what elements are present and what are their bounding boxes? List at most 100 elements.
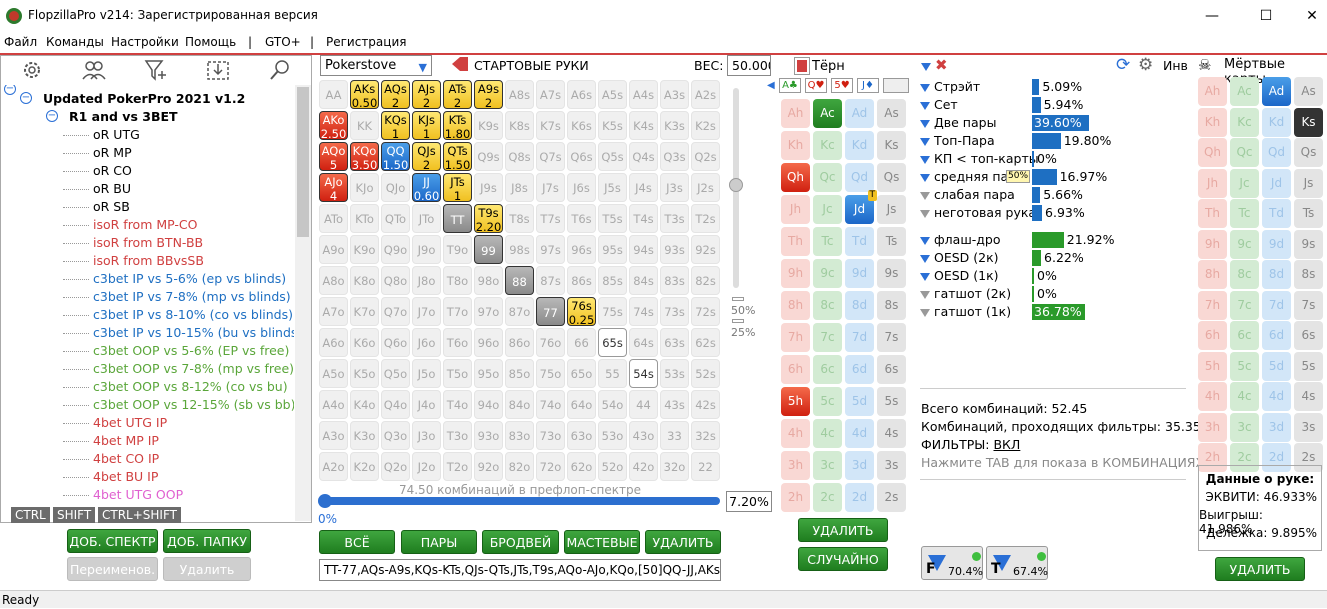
- hand-cell-AKs[interactable]: AKs 0.50: [350, 80, 379, 110]
- filter-icon[interactable]: [921, 59, 935, 73]
- hand-cell-K2s[interactable]: K2s: [691, 111, 720, 140]
- hand-cell-42o[interactable]: 42o: [629, 452, 658, 481]
- filters-toggle[interactable]: ВКЛ: [993, 437, 1020, 452]
- turn-card-Qd[interactable]: Qd: [845, 163, 874, 192]
- hand-cell-J7o[interactable]: J7o: [412, 297, 441, 326]
- hand-cell-T2s[interactable]: T2s: [691, 204, 720, 233]
- turn-card-8c[interactable]: 8c: [813, 291, 842, 320]
- turn-card-Td[interactable]: Td: [845, 227, 874, 256]
- dead-card-Jc[interactable]: Jc: [1230, 168, 1259, 198]
- dead-card-4h[interactable]: 4h: [1198, 382, 1227, 411]
- turn-card-Ah[interactable]: Ah: [781, 99, 810, 128]
- hand-cell-A9s[interactable]: A9s 2: [474, 80, 503, 110]
- hand-cell-75o[interactable]: 75o: [536, 359, 565, 388]
- stat-row[interactable]: Топ-Пара: [920, 132, 995, 150]
- dead-card-7h[interactable]: 7h: [1198, 290, 1227, 320]
- tree-item[interactable]: c3bet OOP vs 7-8% (mp vs free): [93, 360, 294, 378]
- hand-cell-JJ[interactable]: JJ 0.60: [412, 173, 441, 203]
- hand-cell-53o[interactable]: 53o: [598, 421, 627, 450]
- refresh-icon[interactable]: ⟳: [1116, 55, 1130, 75]
- gear-icon[interactable]: [19, 58, 45, 82]
- hand-cell-92s[interactable]: 92s: [691, 235, 720, 264]
- turn-suit-box[interactable]: [883, 78, 909, 93]
- hand-cell-K6s[interactable]: K6s: [567, 111, 596, 140]
- hand-cell-T2o[interactable]: T2o: [443, 452, 472, 481]
- hand-cell-T9o[interactable]: T9o: [443, 235, 472, 264]
- hand-cell-AJo[interactable]: AJo 4: [319, 173, 348, 203]
- menu-settings[interactable]: Настройки: [111, 35, 179, 49]
- gear-icon[interactable]: ⚙: [1138, 55, 1153, 75]
- filter-icon[interactable]: [920, 272, 930, 281]
- turn-card-As[interactable]: As: [877, 99, 906, 128]
- turn-card-7h[interactable]: 7h: [781, 323, 810, 352]
- turn-suit-box[interactable]: 5♥: [831, 78, 853, 93]
- dead-card-Js[interactable]: Js: [1294, 168, 1323, 198]
- hand-cell-K8o[interactable]: K8o: [350, 266, 379, 295]
- preset-50-label[interactable]: 50%: [731, 304, 755, 317]
- turn-card-5c[interactable]: 5c: [813, 387, 842, 416]
- hand-cell-74s[interactable]: 74s: [629, 297, 658, 326]
- dead-card-Jh[interactable]: Jh: [1198, 168, 1227, 198]
- hand-cell-A4o[interactable]: A4o: [319, 390, 348, 419]
- collapse-icon[interactable]: −: [20, 92, 32, 104]
- turn-card-2d[interactable]: 2d: [845, 483, 874, 512]
- stat-row[interactable]: гатшот (1к): [920, 303, 1011, 321]
- hand-cell-86s[interactable]: 86s: [567, 266, 596, 295]
- turn-card-Jc[interactable]: Jc: [813, 195, 842, 224]
- hand-cell-99[interactable]: 99: [474, 235, 503, 264]
- hand-cell-97s[interactable]: 97s: [536, 235, 565, 264]
- hand-cell-87s[interactable]: 87s: [536, 266, 565, 295]
- hand-cell-A8s[interactable]: A8s: [505, 80, 534, 109]
- hand-cell-98o[interactable]: 98o: [474, 266, 503, 295]
- filter-icon[interactable]: [920, 173, 930, 182]
- add-range-button[interactable]: ДОБ. СПЕКТР: [67, 529, 158, 553]
- turn-card-3c[interactable]: 3c: [813, 451, 842, 480]
- hand-cell-22[interactable]: 22: [691, 452, 720, 481]
- dead-card-Qc[interactable]: Qc: [1230, 138, 1259, 167]
- tree-item[interactable]: oR UTG: [93, 126, 140, 144]
- hand-cell-Q8o[interactable]: Q8o: [381, 266, 410, 295]
- turn-card-5s[interactable]: 5s: [877, 387, 906, 416]
- tree-root[interactable]: Updated PokerPro 2021 v1.2: [43, 90, 245, 108]
- clear-filter-icon[interactable]: ✖: [935, 56, 948, 74]
- filter-icon[interactable]: [920, 236, 930, 245]
- dead-card-5s[interactable]: 5s: [1294, 351, 1323, 381]
- broadway-button[interactable]: БРОДВЕЙ: [482, 530, 559, 554]
- stat-row[interactable]: КП < топ-карты: [920, 150, 1039, 168]
- tree-item[interactable]: c3bet IP vs 10-15% (bu vs blinds): [93, 324, 294, 342]
- hand-cell-A3o[interactable]: A3o: [319, 421, 348, 450]
- hand-cell-77[interactable]: 77: [536, 297, 565, 326]
- turn-card-9c[interactable]: 9c: [813, 259, 842, 288]
- hand-cell-72s[interactable]: 72s: [691, 297, 720, 326]
- dead-card-Jd[interactable]: Jd: [1262, 168, 1291, 198]
- turn-card-Kh[interactable]: Kh: [781, 131, 810, 160]
- hand-cell-63o[interactable]: 63o: [567, 421, 596, 450]
- hand-cell-AJs[interactable]: AJs 2: [412, 80, 441, 110]
- turn-card-3h[interactable]: 3h: [781, 451, 810, 480]
- filter-icon[interactable]: [920, 290, 930, 299]
- hand-cell-87o[interactable]: 87o: [505, 297, 534, 326]
- hand-cell-K5s[interactable]: K5s: [598, 111, 627, 140]
- minimize-button[interactable]: —: [1189, 0, 1235, 32]
- hand-cell-A7s[interactable]: A7s: [536, 80, 565, 109]
- clear-range-button[interactable]: УДАЛИТЬ: [645, 530, 721, 554]
- hand-cell-Q4s[interactable]: Q4s: [629, 142, 658, 171]
- dead-card-Ah[interactable]: Ah: [1198, 77, 1227, 106]
- hand-cell-K9o[interactable]: K9o: [350, 235, 379, 264]
- hand-cell-A6o[interactable]: A6o: [319, 328, 348, 357]
- range-percent-input[interactable]: 7.20%: [726, 491, 772, 512]
- tree-folder[interactable]: R1 and vs 3BET: [69, 108, 178, 126]
- hand-cell-A7o[interactable]: A7o: [319, 297, 348, 326]
- preset-25-label[interactable]: 25%: [731, 326, 755, 339]
- tree-item[interactable]: 4bet UTG IP: [93, 414, 167, 432]
- hand-cell-KJs[interactable]: KJs 1: [412, 111, 441, 141]
- turn-card-9h[interactable]: 9h: [781, 259, 810, 288]
- turn-card-Ac[interactable]: Ac: [813, 99, 842, 128]
- dead-card-6d[interactable]: 6d: [1262, 321, 1291, 350]
- preset-50-marker[interactable]: [732, 297, 744, 301]
- turn-card-Ts[interactable]: Ts: [877, 227, 906, 256]
- delete-range-button[interactable]: Удалить: [163, 557, 251, 581]
- hand-cell-85s[interactable]: 85s: [598, 266, 627, 295]
- dead-card-4d[interactable]: 4d: [1262, 382, 1291, 411]
- hand-cell-Q7o[interactable]: Q7o: [381, 297, 410, 326]
